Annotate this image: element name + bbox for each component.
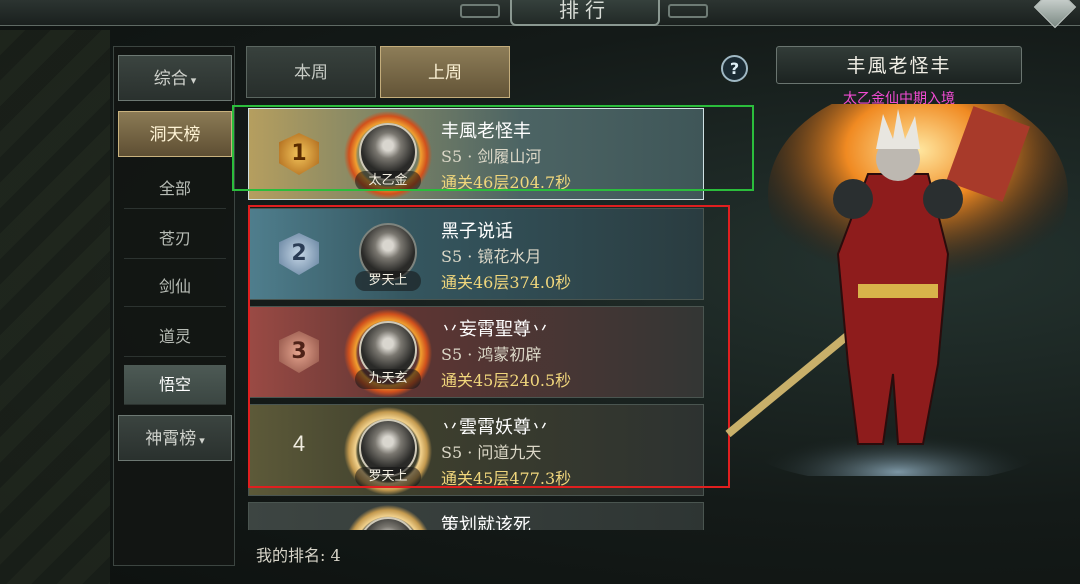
sidebar-item-all[interactable]: 全部 [124,169,226,209]
ornament-left [460,4,500,18]
ranking-row[interactable]: 策划就该死 [248,502,704,530]
chevron-down-icon: ▾ [199,434,205,447]
tab-last-week[interactable]: 上周 [380,46,510,98]
help-icon[interactable]: ? [721,55,748,82]
shoulder-right [923,179,963,219]
category-sidebar: 综合 ▾ 洞天榜 全部 苍刃 剑仙 道灵 悟空 神霄榜 ▾ [113,46,235,566]
character-portrait [725,104,1068,476]
background-pattern [0,30,110,584]
sidebar-item-cangren[interactable]: 苍刃 [124,219,226,259]
my-rank-label: 我的排名: 4 [256,546,341,565]
tab-this-week[interactable]: 本周 [246,46,376,98]
player-name: 策划就该死 [441,515,531,530]
belt [858,284,938,298]
tab-shenxiao-label: 神霄榜 [145,429,197,449]
shoulder-left [833,179,873,219]
highlight-box-green [232,105,754,191]
tab-general-label: 综合 [153,69,188,89]
tab-dongtian-label: 洞天榜 [149,125,201,145]
sidebar-item-wukong[interactable]: 悟空 [124,365,226,405]
tab-dongtian-ranking[interactable]: 洞天榜 [118,111,232,157]
sidebar-item-daoling[interactable]: 道灵 [124,317,226,357]
sidebar-item-jianxian[interactable]: 剑仙 [124,267,226,307]
tab-shenxiao-ranking[interactable]: 神霄榜 ▾ [118,415,232,461]
avatar-frame [343,505,433,530]
highlight-box-red [248,205,730,488]
ornament-right [668,4,708,18]
page-title: 排行 [510,0,660,26]
tab-general[interactable]: 综合 ▾ [118,55,232,101]
chevron-down-icon: ▾ [190,74,197,87]
character-name-plate: 丰風老怪丰 [776,46,1022,84]
